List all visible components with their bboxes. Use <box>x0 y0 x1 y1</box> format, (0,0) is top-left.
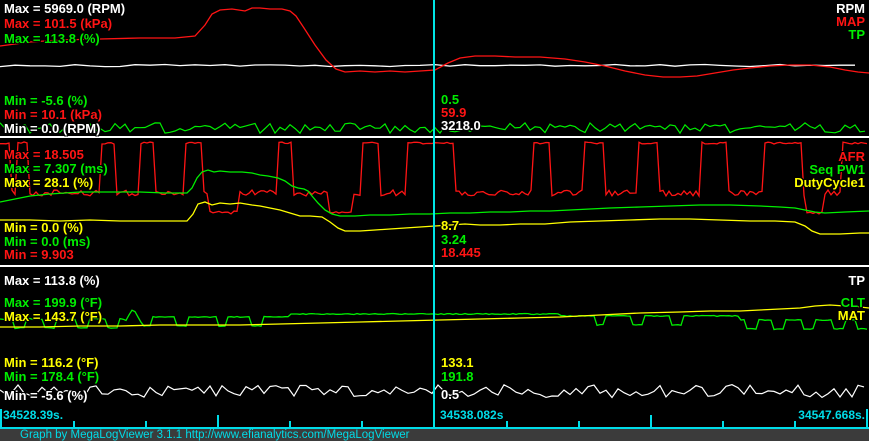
status-bar: Graph by MegaLogViewer 3.1.1 http://www.… <box>0 427 869 441</box>
cursor-value: 8.7 <box>441 218 460 233</box>
tick <box>866 409 868 427</box>
max-label: Max = 18.505 <box>4 147 84 162</box>
status-bar-text: Graph by MegaLogViewer 3.1.1 http://www.… <box>20 429 410 441</box>
max-label: Max = 199.9 (°F) <box>4 295 103 310</box>
max-label: Max = 143.7 (°F) <box>4 309 103 324</box>
tick <box>650 415 652 427</box>
max-label: Max = 113.8 (%) <box>4 31 100 46</box>
legend-item: MAT <box>837 308 865 323</box>
tick <box>0 409 2 427</box>
min-label: Min = 10.1 (kPa) <box>4 107 102 122</box>
min-label: Min = 178.4 (°F) <box>4 369 100 384</box>
min-label: Min = -5.6 (%) <box>4 93 88 108</box>
min-label: Min = -5.6 (%) <box>4 388 88 403</box>
time-start-label: 34528.39s. <box>3 408 64 422</box>
cursor-value: 191.8 <box>441 369 474 384</box>
cursor-value: 3218.0 <box>441 118 481 133</box>
cursor-value: 0.5 <box>441 387 460 402</box>
max-label: Max = 7.307 (ms) <box>4 161 108 176</box>
megalogviewer-window: Max = 5969.0 (RPM) Max = 101.5 (kPa) Max… <box>0 0 869 441</box>
legend-item: TP <box>848 27 865 42</box>
time-end-label: 34547.668s. <box>798 408 865 422</box>
cursor-value: 133.1 <box>441 355 474 370</box>
tick <box>217 415 219 427</box>
min-label: Min = 116.2 (°F) <box>4 355 99 370</box>
legend-item: DutyCycle1 <box>794 175 865 190</box>
cursor-value: 18.445 <box>441 245 481 260</box>
max-label: Max = 113.8 (%) <box>4 273 100 288</box>
legend-item: TP <box>848 273 865 288</box>
cursor-line[interactable] <box>433 0 435 427</box>
min-label: Min = 9.903 <box>4 247 74 262</box>
max-label: Max = 101.5 (kPa) <box>4 16 113 31</box>
max-label: Max = 5969.0 (RPM) <box>4 1 126 16</box>
time-cursor-label: 34538.082s <box>440 408 504 422</box>
max-label: Max = 28.1 (%) <box>4 175 94 190</box>
min-label: Min = 0.0 (%) <box>4 220 84 235</box>
min-label: Min = 0.0 (RPM) <box>4 121 101 136</box>
